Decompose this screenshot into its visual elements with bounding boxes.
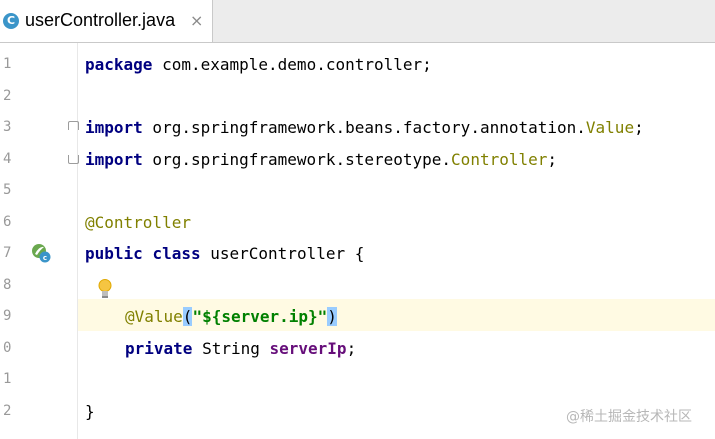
- keyword: package: [85, 55, 153, 74]
- watermark: @稀土掘金技术社区: [566, 409, 692, 425]
- annotation: @Value: [125, 307, 183, 326]
- tab-user-controller[interactable]: C userController.java ×: [0, 0, 213, 42]
- current-line-highlight: [0, 299, 715, 331]
- editor-tab-bar: C userController.java ×: [0, 0, 715, 43]
- line-number: 2: [3, 403, 12, 419]
- annotation: @Controller: [85, 213, 191, 232]
- line-number: 1: [3, 371, 12, 387]
- code-line-6: @Controller: [85, 213, 191, 232]
- lightbulb-icon[interactable]: [97, 278, 113, 300]
- line-number: 8: [3, 277, 12, 293]
- code-line-3: import org.springframework.beans.factory…: [85, 118, 644, 137]
- import-path: org.springframework.beans.factory.annota…: [142, 118, 586, 137]
- import-path: org.springframework.stereotype.: [142, 150, 452, 169]
- field-name: serverIp: [269, 339, 347, 358]
- line-number: 2: [3, 88, 12, 104]
- code-line-7: public class userController {: [85, 244, 364, 263]
- code-line-4: import org.springframework.stereotype.Co…: [85, 150, 557, 169]
- paren-close: ): [327, 307, 337, 326]
- keyword: import: [85, 118, 143, 137]
- gutter-divider: [77, 43, 78, 439]
- line-number: 3: [3, 119, 12, 135]
- class-declaration: userController {: [200, 244, 365, 263]
- line-number: 6: [3, 214, 12, 230]
- code-line-9: @Value("${server.ip}"): [125, 307, 337, 326]
- line-number: 0: [3, 340, 12, 356]
- paren-open: (: [182, 307, 193, 326]
- line-number: 7: [3, 245, 12, 261]
- semicolon: ;: [346, 339, 357, 358]
- line-number: 9: [3, 308, 12, 324]
- line-number: 5: [3, 182, 12, 198]
- spring-bean-icon[interactable]: c: [31, 243, 51, 263]
- import-class: Value: [585, 118, 635, 137]
- line-number: 4: [3, 151, 12, 167]
- semicolon: ;: [547, 150, 558, 169]
- keyword: import: [85, 150, 143, 169]
- keyword: class: [152, 244, 201, 263]
- java-class-icon: C: [3, 13, 19, 29]
- code-line-10: private String serverIp;: [125, 339, 356, 358]
- keyword: public: [85, 244, 143, 263]
- tab-label: userController.java: [25, 10, 176, 30]
- type-name: String: [192, 339, 270, 358]
- code-line-12: }: [85, 402, 95, 421]
- import-class: Controller: [451, 150, 548, 169]
- close-icon[interactable]: ×: [190, 11, 203, 30]
- string-literal: "${server.ip}": [192, 307, 328, 326]
- fold-close-icon[interactable]: [68, 155, 79, 164]
- semicolon: ;: [634, 118, 644, 137]
- svg-text:c: c: [43, 254, 47, 262]
- closing-brace: }: [85, 402, 95, 421]
- keyword: private: [125, 339, 193, 358]
- package-name: com.example.demo.controller;: [152, 55, 432, 74]
- line-number: 1: [3, 56, 12, 72]
- code-line-1: package com.example.demo.controller;: [85, 55, 432, 74]
- fold-open-icon[interactable]: [68, 121, 79, 130]
